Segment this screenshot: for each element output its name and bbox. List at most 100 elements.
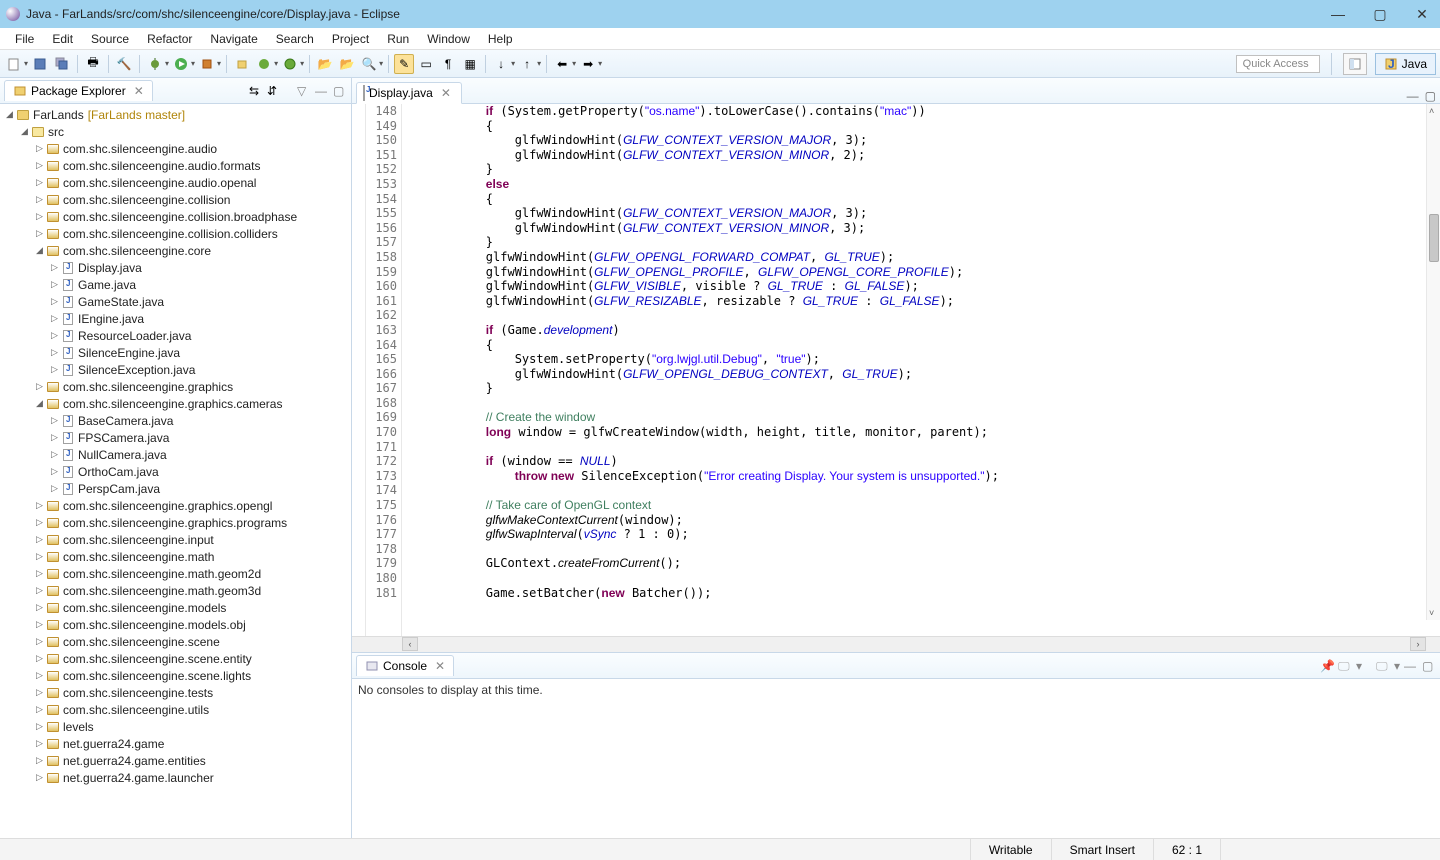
open-console-icon[interactable]: 🖵 xyxy=(1376,659,1390,673)
tree-item[interactable]: ▷com.shc.silenceengine.scene.lights xyxy=(0,667,351,684)
menu-navigate[interactable]: Navigate xyxy=(201,30,266,48)
tree-item[interactable]: ▷Display.java xyxy=(0,259,351,276)
open-perspective-button[interactable] xyxy=(1343,53,1367,75)
minimize-editor-icon[interactable]: — xyxy=(1407,89,1419,103)
maximize-button[interactable]: ▢ xyxy=(1368,6,1392,23)
menu-search[interactable]: Search xyxy=(267,30,323,48)
editor-body[interactable]: 148 149 150 151 152 153 154 155 156 157 … xyxy=(352,104,1440,636)
tree-item[interactable]: ▷com.shc.silenceengine.collision xyxy=(0,191,351,208)
tree-item[interactable]: ▷IEngine.java xyxy=(0,310,351,327)
editor-hscrollbar[interactable]: ‹ › xyxy=(352,636,1440,652)
tree-item[interactable]: ▷FPSCamera.java xyxy=(0,429,351,446)
minimize-view-icon[interactable]: — xyxy=(315,84,329,98)
tree-item[interactable]: ▷com.shc.silenceengine.graphics.programs xyxy=(0,514,351,531)
tree-item[interactable]: ▷levels xyxy=(0,718,351,735)
tree-item[interactable]: ▷com.shc.silenceengine.graphics xyxy=(0,378,351,395)
tree-item[interactable]: ▷SilenceEngine.java xyxy=(0,344,351,361)
tree-item[interactable]: ▷net.guerra24.game.launcher xyxy=(0,769,351,786)
maximize-view-icon[interactable]: ▢ xyxy=(333,84,347,98)
toggle-mark-button[interactable]: ✎ xyxy=(394,54,414,74)
run-button[interactable] xyxy=(171,54,191,74)
tree-item[interactable]: ▷com.shc.silenceengine.math.geom2d xyxy=(0,565,351,582)
tree-item[interactable]: ▷com.shc.silenceengine.audio.formats xyxy=(0,157,351,174)
open-task-button[interactable]: 📂 xyxy=(337,54,357,74)
menu-refactor[interactable]: Refactor xyxy=(138,30,201,48)
forward-button[interactable]: ➡ xyxy=(578,54,598,74)
tree-item[interactable]: ▷com.shc.silenceengine.math.geom3d xyxy=(0,582,351,599)
minimize-button[interactable]: — xyxy=(1326,6,1350,23)
overview-ruler[interactable]: ˄ ˅ xyxy=(1426,104,1440,620)
tree-item[interactable]: ▷com.shc.silenceengine.collision.collide… xyxy=(0,225,351,242)
tree-item[interactable]: ▷com.shc.silenceengine.models xyxy=(0,599,351,616)
new-button[interactable] xyxy=(4,54,24,74)
tree-item[interactable]: ◢com.shc.silenceengine.core xyxy=(0,242,351,259)
hscroll-left-icon[interactable]: ‹ xyxy=(402,637,418,651)
tree-item[interactable]: ▷com.shc.silenceengine.models.obj xyxy=(0,616,351,633)
save-all-button[interactable] xyxy=(52,54,72,74)
build-button[interactable]: 🔨 xyxy=(114,54,134,74)
toggle-block-button[interactable]: ▭ xyxy=(416,54,436,74)
tree-item[interactable]: ▷net.guerra24.game xyxy=(0,735,351,752)
editor-folding-gutter[interactable] xyxy=(352,104,366,636)
editor-tab-display[interactable]: Display.java ✕ xyxy=(356,82,462,104)
tree-item[interactable]: ▷com.shc.silenceengine.audio.openal xyxy=(0,174,351,191)
tree-item[interactable]: ▷com.shc.silenceengine.scene xyxy=(0,633,351,650)
menu-run[interactable]: Run xyxy=(378,30,418,48)
tree-item[interactable]: ▷com.shc.silenceengine.audio xyxy=(0,140,351,157)
tree-item[interactable]: ▷BaseCamera.java xyxy=(0,412,351,429)
tree-item[interactable]: ▷com.shc.silenceengine.collision.broadph… xyxy=(0,208,351,225)
link-editor-icon[interactable]: ⇵ xyxy=(267,84,281,98)
maximize-editor-icon[interactable]: ▢ xyxy=(1425,89,1436,103)
tree-item[interactable]: ▷com.shc.silenceengine.scene.entity xyxy=(0,650,351,667)
scrollbar-thumb[interactable] xyxy=(1429,214,1439,262)
tree-item[interactable]: ▷net.guerra24.game.entities xyxy=(0,752,351,769)
hscroll-right-icon[interactable]: › xyxy=(1410,637,1426,651)
show-whitespace-button[interactable]: ¶ xyxy=(438,54,458,74)
scroll-down-icon[interactable]: ˅ xyxy=(1429,608,1434,618)
tree-item[interactable]: ▷GameState.java xyxy=(0,293,351,310)
open-type-button[interactable]: 📂 xyxy=(315,54,335,74)
tree-item[interactable]: ▷OrthoCam.java xyxy=(0,463,351,480)
view-menu-icon[interactable]: ▽ xyxy=(297,84,311,98)
tree-item[interactable]: ▷com.shc.silenceengine.math xyxy=(0,548,351,565)
collapse-all-icon[interactable]: ⇆ xyxy=(249,84,263,98)
next-annotation-button[interactable]: ↓ xyxy=(491,54,511,74)
tree-item[interactable]: ▷PerspCam.java xyxy=(0,480,351,497)
tree-item[interactable]: ◢src xyxy=(0,123,351,140)
tree-item[interactable]: ▷com.shc.silenceengine.utils xyxy=(0,701,351,718)
tree-item[interactable]: ▷SilenceException.java xyxy=(0,361,351,378)
tab-console[interactable]: Console ✕ xyxy=(356,655,454,676)
save-button[interactable] xyxy=(30,54,50,74)
menu-source[interactable]: Source xyxy=(82,30,138,48)
minimize-view-icon[interactable]: — xyxy=(1404,659,1418,673)
coverage-button[interactable] xyxy=(197,54,217,74)
tree-item[interactable]: ▷com.shc.silenceengine.input xyxy=(0,531,351,548)
tree-item[interactable]: ▷Game.java xyxy=(0,276,351,293)
perspective-java[interactable]: J Java xyxy=(1375,53,1436,75)
debug-button[interactable] xyxy=(145,54,165,74)
close-icon[interactable]: ✕ xyxy=(134,84,144,98)
menu-window[interactable]: Window xyxy=(418,30,479,48)
close-button[interactable]: ✕ xyxy=(1410,6,1434,23)
menu-edit[interactable]: Edit xyxy=(43,30,82,48)
tree-item[interactable]: ▷NullCamera.java xyxy=(0,446,351,463)
tree-item[interactable]: ◢FarLands[FarLands master] xyxy=(0,106,351,123)
menu-project[interactable]: Project xyxy=(323,30,378,48)
close-icon[interactable]: ✕ xyxy=(441,86,451,100)
new-java-button[interactable] xyxy=(280,54,300,74)
menu-help[interactable]: Help xyxy=(479,30,522,48)
close-icon[interactable]: ✕ xyxy=(435,659,445,673)
search-button[interactable]: 🔍 xyxy=(359,54,379,74)
tree-item[interactable]: ▷com.shc.silenceengine.graphics.opengl xyxy=(0,497,351,514)
menu-file[interactable]: File xyxy=(6,30,43,48)
new-package-button[interactable] xyxy=(232,54,252,74)
package-explorer-tree[interactable]: ◢FarLands[FarLands master]◢src▷com.shc.s… xyxy=(0,104,351,838)
back-button[interactable]: ⬅ xyxy=(552,54,572,74)
display-console-icon[interactable]: 🖵 xyxy=(1338,659,1352,673)
prev-annotation-button[interactable]: ↑ xyxy=(517,54,537,74)
tree-item[interactable]: ◢com.shc.silenceengine.graphics.cameras xyxy=(0,395,351,412)
scroll-up-icon[interactable]: ˄ xyxy=(1429,106,1434,116)
tab-package-explorer[interactable]: Package Explorer ✕ xyxy=(4,80,153,101)
pin-console-icon[interactable]: 📌 xyxy=(1320,659,1334,673)
maximize-view-icon[interactable]: ▢ xyxy=(1422,659,1436,673)
